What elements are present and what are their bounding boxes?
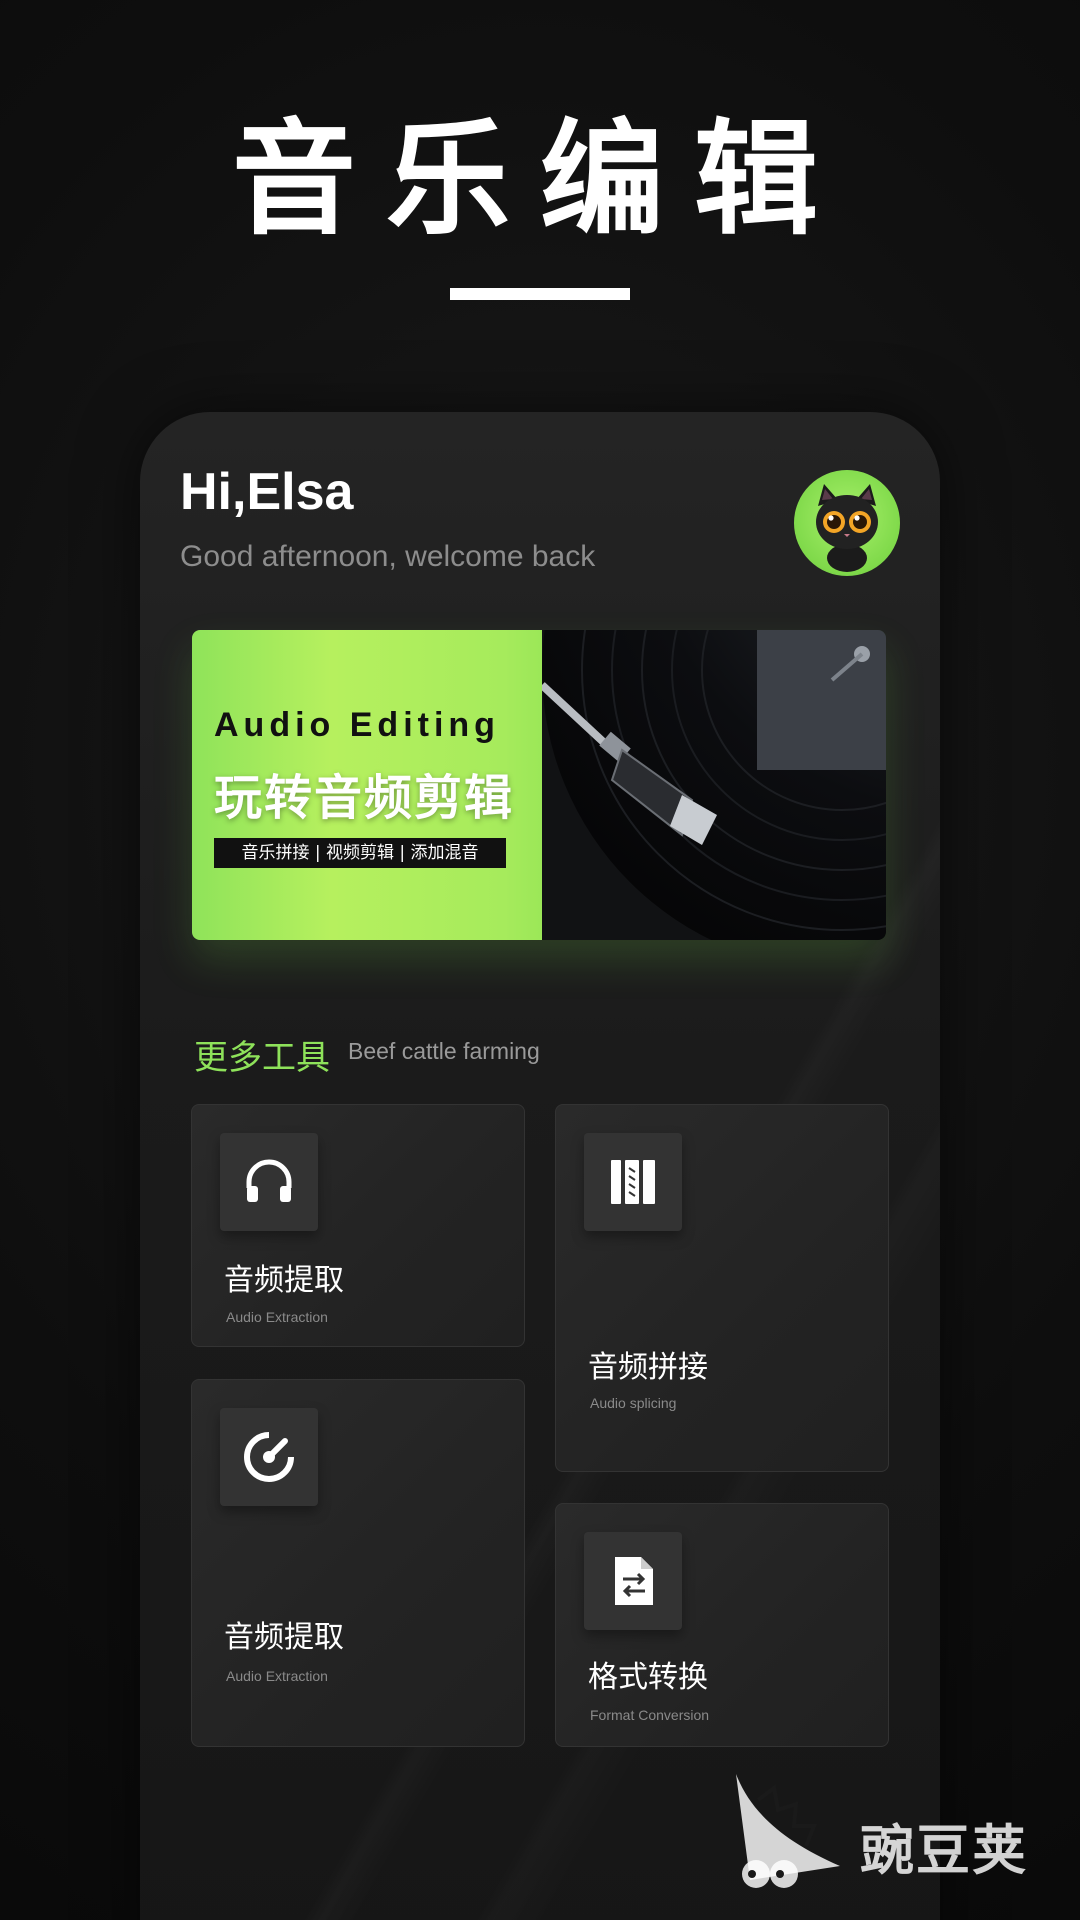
vinyl-turntable-image (542, 630, 886, 940)
hero-title: 音乐编辑 (231, 108, 848, 252)
card-subtitle: Format Conversion (590, 1707, 710, 1723)
hero-underline (450, 288, 630, 300)
tools-section-subtitle: Beef cattle farming (348, 1038, 540, 1064)
greeting-subtitle: Good afternoon, welcome back (180, 540, 596, 573)
tool-card-audio-extraction-2[interactable]: 音频提取 Audio Extraction (191, 1379, 525, 1747)
tool-card-format-conversion[interactable]: 格式转换 Format Conversion (555, 1503, 889, 1747)
tools-section-title: 更多工具 (194, 1038, 330, 1078)
card-title: 格式转换 (588, 1660, 708, 1695)
card-subtitle: Audio splicing (590, 1395, 677, 1411)
avatar[interactable] (794, 470, 900, 576)
card-title: 音频拼接 (588, 1350, 708, 1385)
book-icon (584, 1133, 682, 1231)
file-convert-icon (584, 1532, 682, 1630)
watermark: 豌豆荚 (730, 1770, 1050, 1890)
headphones-icon (220, 1133, 318, 1231)
card-title: 音频提取 (224, 1620, 344, 1655)
greeting-title: Hi,Elsa (180, 463, 354, 521)
phone-frame: Hi,Elsa Good afternoon, welcome back Aud… (140, 412, 940, 1920)
gauge-icon (220, 1408, 318, 1506)
promo-banner[interactable]: Audio Editing 玩转音频剪辑 音乐拼接 | 视频剪辑 | 添加混音 (192, 630, 886, 940)
tool-card-audio-extraction[interactable]: 音频提取 Audio Extraction (191, 1104, 525, 1347)
tool-card-audio-splicing[interactable]: 音频拼接 Audio splicing (555, 1104, 889, 1472)
pea-logo-icon (736, 1774, 840, 1888)
card-subtitle: Audio Extraction (226, 1668, 328, 1684)
banner-tags: 音乐拼接 | 视频剪辑 | 添加混音 (214, 838, 506, 868)
card-title: 音频提取 (224, 1263, 344, 1298)
app-screen: 音乐编辑 Hi,Elsa Good afternoon, welcome bac… (0, 0, 1080, 1920)
card-subtitle: Audio Extraction (226, 1309, 328, 1325)
banner-title-en: Audio Editing (214, 706, 500, 744)
watermark-text: 豌豆荚 (860, 1819, 1028, 1882)
cat-avatar-icon (816, 484, 878, 572)
banner-title-cn: 玩转音频剪辑 (214, 770, 515, 826)
